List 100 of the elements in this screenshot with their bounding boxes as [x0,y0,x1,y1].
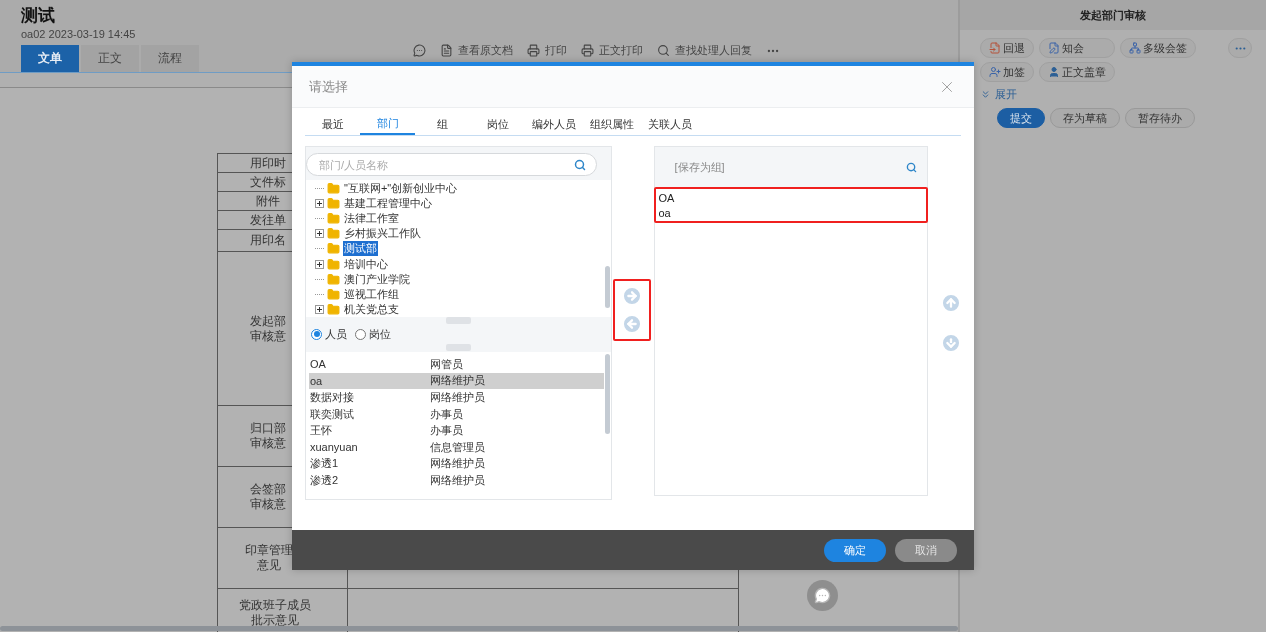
form-label: 党政班子成员 批示意见 [239,597,311,628]
folder-icon [327,197,340,211]
search-input[interactable]: 部门/人员名称 [317,157,574,172]
scrollbar[interactable] [0,626,958,631]
folder-icon [327,257,340,271]
panel-button[interactable]: 暂存待办 [1125,108,1195,128]
selected-item[interactable]: OA [658,190,925,205]
form-label: 会签部 审核意 [249,482,287,512]
search-field[interactable]: 部门/人员名称 [306,153,597,176]
form-label: 用印名 [249,233,287,248]
print-icon [527,44,540,57]
panel-button[interactable]: 存为草稿 [1050,108,1120,128]
dialog-button[interactable]: 确定 [824,538,886,562]
document-arrow-icon [989,42,1001,54]
person-role: 网络维护员 [430,390,486,405]
folder-icon [327,287,340,301]
action-button[interactable]: 正文盖章 [1039,62,1115,82]
action-button[interactable]: 回退 [980,38,1034,58]
document-tab[interactable]: 流程 [141,45,199,72]
document-pen-icon [1048,42,1060,54]
folder-icon [327,182,340,196]
panel-title: 发起部门审核 [960,0,1266,30]
picker-tab[interactable]: 部门 [360,114,415,135]
search-icon [657,44,670,57]
person-name[interactable]: xuanyuan [310,441,430,454]
user-icon [1048,66,1060,78]
scrollbar[interactable] [604,354,610,434]
tree-item[interactable]: "互联网+"创新创业中心 [343,181,459,197]
double-chevron-icon [980,89,991,100]
toolbar-link[interactable]: 查找处理人回复 [675,43,752,58]
person-role: 办事员 [430,423,464,439]
person-name[interactable]: 渗透1 [310,456,430,472]
form-label: 归口部 审核意 [249,421,287,451]
search-icon[interactable] [906,161,918,173]
print-icon [581,44,594,57]
panel-button[interactable]: 提交 [997,108,1045,128]
more-button[interactable] [1228,38,1252,58]
form-label: 发起部 审核意 [249,313,287,344]
document-icon [440,44,453,57]
person-role: 信息管理员 [430,439,486,455]
search-icon[interactable] [573,158,586,171]
person-role: 网络维护员 [430,472,486,488]
picker-tab[interactable]: 组 [415,114,470,135]
dialog-title: 请选择 [309,77,348,96]
expand-icon[interactable] [315,304,324,314]
action-button[interactable]: 知会 [1039,38,1115,58]
document-tab[interactable]: 文单 [21,45,79,72]
network-icon [1129,42,1141,54]
picker-tab[interactable]: 岗位 [470,114,525,135]
toolbar-link[interactable]: 打印 [545,43,567,58]
picker-tab[interactable]: 关联人员 [641,114,699,135]
tree-item[interactable]: 澳门产业学院 [343,271,411,287]
form-label: 印章管理 意见 [245,543,293,573]
comment-icon[interactable] [413,44,426,57]
picker-tab[interactable]: 编外人员 [525,114,583,135]
tree-item[interactable]: 机关党总支 [343,301,400,317]
folder-icon [327,272,340,286]
action-button[interactable]: 加签 [980,62,1034,82]
tree-item[interactable]: 巡视工作组 [343,286,400,302]
person-role: 网络维护员 [430,373,486,389]
chat-icon [814,587,831,604]
tree-item[interactable]: 法律工作室 [343,211,400,227]
expand-handle[interactable] [445,344,471,351]
toolbar-link[interactable]: 查看原文档 [458,43,513,58]
person-name[interactable]: OA [310,358,430,371]
form-label: 文件标 [249,174,287,190]
form-label: 附件 [255,193,281,209]
person-name[interactable]: oa [310,374,430,387]
picker-tab[interactable]: 组织属性 [583,114,641,135]
person-name[interactable]: 王怀 [310,423,430,439]
folder-icon [327,302,340,316]
document-tab[interactable]: 正文 [81,45,139,72]
save-group-link[interactable]: [保存为组] [674,159,725,175]
document-title: 测试 [20,5,56,27]
person-name[interactable]: 渗透2 [310,472,430,488]
expand-icon[interactable] [315,199,324,209]
radio-icon[interactable] [355,328,366,340]
person-name[interactable]: 数据对接 [310,390,430,405]
form-label: 发往单 [249,212,287,228]
person-role: 网络维护员 [430,456,486,472]
radio-icon[interactable] [311,328,322,340]
expand-icon[interactable] [315,229,324,239]
tree-item[interactable]: 测试部 [343,241,378,257]
selected-item[interactable]: oa [658,205,925,220]
expand-icon[interactable] [315,259,324,269]
scrollbar[interactable] [604,266,610,308]
tree-item[interactable]: 培训中心 [343,256,389,272]
folder-icon [327,212,340,226]
radio-option[interactable]: 岗位 [355,326,391,342]
person-name[interactable]: 联奕测试 [310,406,430,422]
collapse-handle[interactable] [445,317,471,324]
action-button[interactable]: 多级会签 [1120,38,1196,58]
toolbar-link[interactable]: 正文打印 [599,43,643,58]
person-role: 办事员 [430,406,464,422]
tree-item[interactable]: 基建工程管理中心 [343,196,433,212]
user-plus-icon [989,66,1001,78]
tree-item[interactable]: 乡村振兴工作队 [343,226,422,242]
picker-tab[interactable]: 最近 [305,114,360,135]
radio-option[interactable]: 人员 [311,326,347,342]
document-meta: oa02 2023-03-19 14:45 [20,28,137,40]
